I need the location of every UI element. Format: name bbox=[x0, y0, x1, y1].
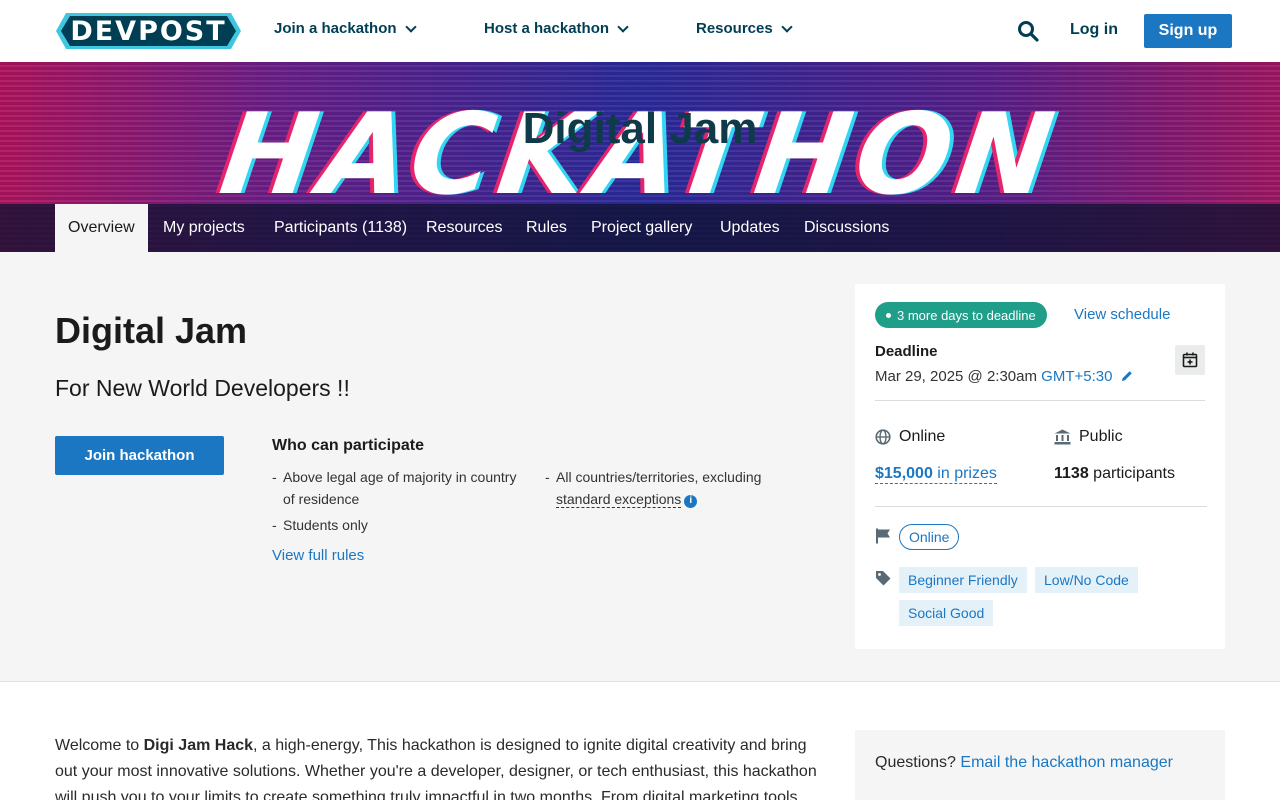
questions-label: Questions? bbox=[875, 754, 956, 771]
globe-icon bbox=[875, 429, 891, 445]
login-link[interactable]: Log in bbox=[1070, 21, 1118, 39]
tab-project-gallery[interactable]: Project gallery bbox=[591, 204, 692, 252]
theme-chip[interactable]: Low/No Code bbox=[1035, 567, 1138, 593]
email-manager-link[interactable]: Email the hackathon manager bbox=[960, 754, 1173, 771]
nav-resources[interactable]: Resources bbox=[696, 20, 793, 37]
tab-discussions[interactable]: Discussions bbox=[804, 204, 889, 252]
divider bbox=[875, 400, 1205, 401]
participants-count: 1138 participants bbox=[1054, 465, 1175, 483]
eligibility-text: All countries/territories, excluding bbox=[556, 469, 762, 485]
intro-bold: Digi Jam Hack bbox=[143, 737, 254, 754]
search-icon[interactable] bbox=[1017, 20, 1039, 42]
hackathon-info-card: 3 more days to deadline View schedule De… bbox=[855, 284, 1225, 649]
tab-participants[interactable]: Participants (1138) bbox=[274, 204, 407, 252]
tab-rules[interactable]: Rules bbox=[526, 204, 567, 252]
standard-exceptions-link[interactable]: standard exceptions bbox=[556, 491, 682, 508]
logo-text: DEVPOST bbox=[70, 15, 227, 47]
signup-button[interactable]: Sign up bbox=[1144, 14, 1232, 48]
deadline-value: Mar 29, 2025 @ 2:30am GMT+5:30 bbox=[875, 368, 1133, 385]
institution-icon bbox=[1054, 429, 1071, 445]
tab-my-projects[interactable]: My projects bbox=[163, 204, 245, 252]
theme-chip[interactable]: Beginner Friendly bbox=[899, 567, 1027, 593]
format-pill-online[interactable]: Online bbox=[899, 524, 960, 550]
info-icon[interactable]: i bbox=[684, 494, 698, 508]
eligibility-item: - All countries/territories, excluding s… bbox=[545, 469, 762, 508]
view-full-rules-link[interactable]: View full rules bbox=[272, 547, 364, 564]
top-navigation: DEVPOST Join a hackathon Host a hackatho… bbox=[0, 0, 1280, 62]
eligibility-text: Students only bbox=[283, 517, 368, 533]
tab-overview[interactable]: Overview bbox=[55, 204, 148, 252]
view-schedule-link[interactable]: View schedule bbox=[1074, 306, 1170, 323]
divider bbox=[875, 506, 1207, 507]
page-title: Digital Jam bbox=[55, 310, 248, 351]
chevron-down-icon bbox=[781, 20, 793, 33]
join-hackathon-button[interactable]: Join hackathon bbox=[55, 436, 224, 475]
visibility-text: Public bbox=[1079, 428, 1123, 445]
nav-host-hackathon-label: Host a hackathon bbox=[484, 20, 610, 37]
participant-number: 1138 bbox=[1054, 465, 1089, 482]
deadline-status-badge: 3 more days to deadline bbox=[875, 302, 1047, 328]
chevron-down-icon bbox=[617, 20, 629, 33]
tag-icon bbox=[876, 571, 891, 586]
questions-text: Questions? Email the hackathon manager bbox=[875, 754, 1173, 772]
participant-suffix: participants bbox=[1093, 465, 1175, 482]
location-meta: Online bbox=[875, 428, 945, 446]
theme-chip[interactable]: Social Good bbox=[899, 600, 994, 626]
eligibility-item: - Students only bbox=[272, 514, 532, 536]
nav-join-hackathon[interactable]: Join a hackathon bbox=[274, 20, 417, 37]
deadline-date: Mar 29, 2025 @ 2:30am bbox=[875, 368, 1037, 385]
nav-host-hackathon[interactable]: Host a hackathon bbox=[484, 20, 629, 37]
dot-icon bbox=[886, 312, 891, 318]
overview-content: Welcome to Digi Jam Hack, a high-energy,… bbox=[0, 681, 1280, 800]
hackathon-tagline: For New World Developers !! bbox=[55, 375, 350, 401]
location-text: Online bbox=[899, 428, 946, 445]
banner-title: Digital Jam bbox=[522, 104, 758, 153]
hackathon-tabs: Overview My projects Participants (1138)… bbox=[0, 204, 1280, 252]
deadline-status-text: 3 more days to deadline bbox=[897, 307, 1036, 323]
tab-resources[interactable]: Resources bbox=[426, 204, 502, 252]
calendar-plus-icon bbox=[1182, 352, 1198, 368]
who-can-participate-heading: Who can participate bbox=[272, 437, 425, 454]
add-to-calendar-button[interactable] bbox=[1175, 345, 1205, 375]
intro-prefix: Welcome to bbox=[55, 737, 144, 754]
tab-updates[interactable]: Updates bbox=[720, 204, 780, 252]
chevron-down-icon bbox=[404, 20, 417, 33]
nav-join-hackathon-label: Join a hackathon bbox=[274, 20, 397, 37]
prizes-link[interactable]: $15,000 in prizes bbox=[875, 465, 997, 484]
prize-suffix: in prizes bbox=[937, 465, 997, 482]
prize-amount: $15,000 bbox=[875, 465, 933, 482]
nav-resources-label: Resources bbox=[696, 20, 773, 37]
visibility-meta: Public bbox=[1054, 428, 1123, 446]
eligibility-item: - Above legal age of majority in country … bbox=[272, 466, 532, 510]
deadline-label: Deadline bbox=[875, 343, 938, 360]
eligibility-text: Above legal age of majority in country o… bbox=[283, 469, 517, 507]
pencil-icon[interactable] bbox=[1121, 370, 1133, 382]
intro-paragraph: Welcome to Digi Jam Hack, a high-energy,… bbox=[55, 733, 830, 800]
devpost-logo[interactable]: DEVPOST bbox=[56, 13, 241, 49]
questions-box: Questions? Email the hackathon manager bbox=[855, 730, 1225, 800]
timezone-link[interactable]: GMT+5:30 bbox=[1041, 368, 1112, 385]
hackathon-banner: HACKATHON Digital Jam Overview My projec… bbox=[0, 62, 1280, 252]
flag-icon bbox=[876, 528, 890, 544]
